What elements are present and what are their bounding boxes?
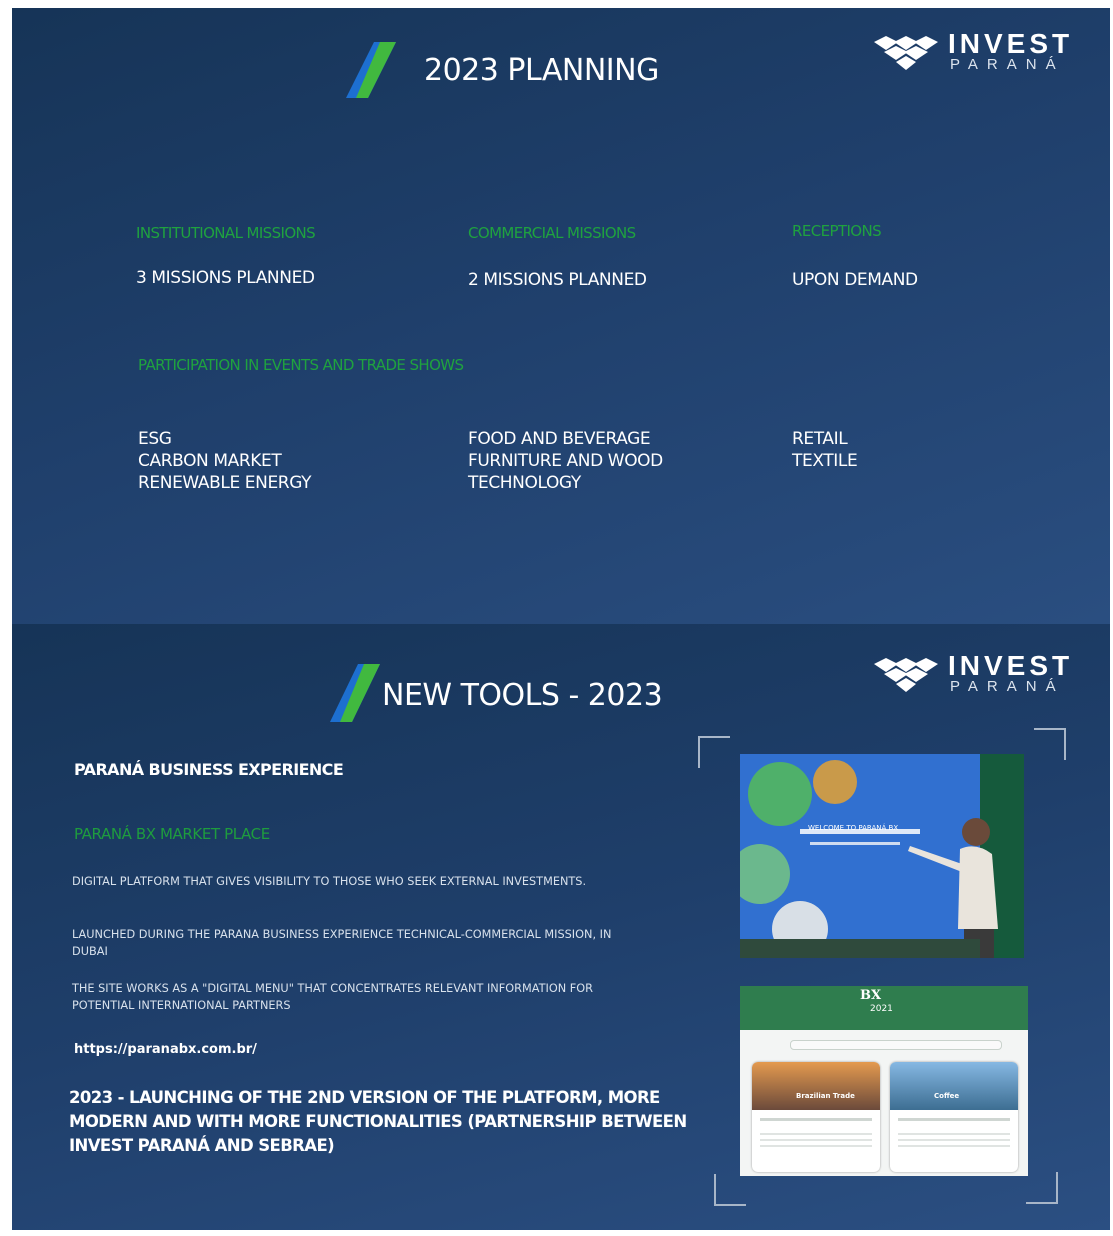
slide-new-tools-2023: NEW TOOLS - 2023 INVEST PARANÁ PARANÁ BU… [12,624,1110,1230]
events-list-1: ESG CARBON MARKET RENEWABLE ENERGY [138,428,312,494]
page-title: 2023 PLANNING [424,53,659,88]
frame-corner-bottom-left [714,1174,746,1206]
list-item: FOOD AND BEVERAGE [468,429,651,449]
list-item: RENEWABLE ENERGY [138,473,312,493]
logo-hands-icon [874,36,938,70]
value-institutional-missions: 3 MISSIONS PLANNED [136,268,315,288]
value-receptions: UPON DEMAND [792,270,918,290]
paragraph-3: THE SITE WORKS AS A "DIGITAL MENU" THAT … [72,982,593,1012]
heading-commercial-missions: COMMERCIAL MISSIONS [468,224,636,242]
card-image [890,1062,1018,1110]
screen-welcome-text: WELCOME TO PARANÁ BX [808,823,898,832]
logo-text-parana: PARANÁ [950,56,1065,73]
list-item: FURNITURE AND WOOD [468,451,663,471]
logo-text-parana: PARANÁ [950,678,1065,695]
paragraph-2: LAUNCHED DURING THE PARANA BUSINESS EXPE… [72,928,612,958]
list-item: ESG [138,429,172,449]
paragraph-1: DIGITAL PLATFORM THAT GIVES VISIBILITY T… [72,875,587,888]
invest-parana-logo: INVEST PARANÁ [872,28,1072,78]
heading-receptions: RECEPTIONS [792,222,882,240]
page-title: NEW TOOLS - 2023 [382,678,663,713]
card-title: Brazilian Trade [796,1092,855,1100]
list-item: CARBON MARKET [138,451,282,471]
site-logo-year: 2021 [870,1004,893,1014]
section-title: PARANÁ BUSINESS EXPERIENCE [74,760,344,779]
brand-stripe-icon [346,42,396,98]
section-subtitle: PARANÁ BX MARKET PLACE [74,825,270,843]
list-item: RETAIL [792,429,848,449]
site-header: BX 2021 [740,986,1028,1030]
slide-2023-planning: 2023 PLANNING INVEST PARANÁ INSTITUTIONA… [12,8,1110,624]
card-title: Coffee [934,1092,960,1100]
heading-institutional-missions: INSTITUTIONAL MISSIONS [136,224,316,242]
event-photo: WELCOME TO PARANÁ BX [740,754,1024,958]
site-card-1: Brazilian Trade [752,1062,880,1172]
events-list-2: FOOD AND BEVERAGE FURNITURE AND WOOD TEC… [468,428,663,494]
value-commercial-missions: 2 MISSIONS PLANNED [468,270,647,290]
card-image [752,1062,880,1110]
website-screenshot: BX 2021 Brazilian Trade Coffee [740,986,1028,1176]
events-list-3: RETAIL TEXTILE [792,428,858,472]
list-item: TECHNOLOGY [468,473,581,493]
site-nav-bar [790,1040,1002,1050]
invest-parana-logo: INVEST PARANÁ [872,650,1072,700]
event-photo-illustration: WELCOME TO PARANÁ BX [740,754,1024,958]
launch-statement: 2023 - LAUNCHING OF THE 2ND VERSION OF T… [69,1088,687,1155]
site-card-2: Coffee [890,1062,1018,1172]
frame-corner-top-left [698,736,730,768]
website-link[interactable]: https://paranabx.com.br/ [74,1042,257,1057]
list-item: TEXTILE [792,451,858,471]
frame-corner-top-right [1034,728,1066,760]
frame-corner-bottom-right [1026,1172,1058,1204]
brand-stripe-icon [330,664,380,722]
logo-hands-icon [874,658,938,692]
site-logo-bx: BX [860,988,882,1003]
heading-events-trade-shows: PARTICIPATION IN EVENTS AND TRADE SHOWS [138,356,464,374]
